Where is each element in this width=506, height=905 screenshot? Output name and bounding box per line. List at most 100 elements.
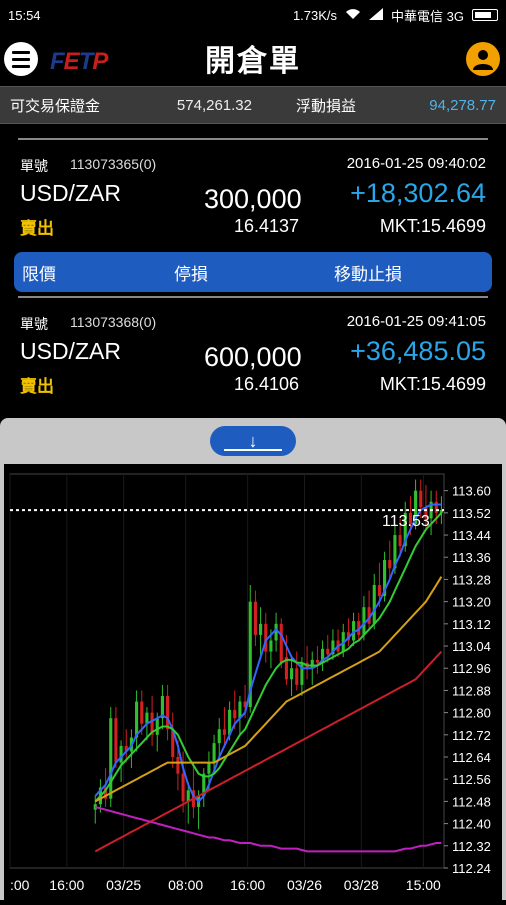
y-tick-label: 113.44: [452, 528, 491, 543]
candle-body: [419, 490, 423, 508]
candle-body: [315, 659, 319, 663]
plot-frame: [9, 473, 445, 869]
candle-body: [166, 695, 170, 730]
y-tick-label: 113.12: [452, 617, 491, 632]
candle-body: [212, 743, 216, 763]
y-tick-label: 112.40: [452, 817, 491, 832]
candle-body: [372, 584, 376, 624]
candle-body: [326, 648, 330, 655]
y-tick-label: 113.52: [452, 506, 491, 521]
order-quantity: 600,000: [204, 342, 302, 372]
order-card[interactable]: 單號 113073368(0) 2016-01-25 09:41:05 USD/…: [14, 298, 492, 428]
candle-body: [176, 757, 180, 774]
x-tick-label: 16:00: [49, 877, 84, 893]
app-header: FETP 開倉單: [0, 30, 506, 86]
margin-label: 可交易保證金: [10, 97, 101, 115]
ticket-label: 單號: [20, 316, 48, 332]
moving-average-line: [94, 576, 443, 803]
currency-pair: USD/ZAR: [20, 338, 121, 364]
candle-body: [222, 729, 226, 735]
status-time: 15:54: [8, 7, 41, 23]
candle-body: [217, 729, 221, 744]
fetp-logo: FETP: [50, 48, 108, 75]
status-right: 1.73K/s 中華電信 3G: [293, 6, 498, 25]
candle-body: [269, 640, 273, 652]
y-tick-label: 112.48: [452, 794, 491, 809]
y-tick-label: 112.80: [452, 706, 491, 721]
candle-body: [434, 501, 438, 513]
x-tick-label: 03/26: [287, 877, 322, 893]
market-price: MKT:15.4699: [379, 216, 486, 236]
candle-body: [279, 623, 283, 663]
battery-icon: [472, 9, 498, 21]
candle-body: [253, 601, 257, 635]
y-tick-label: 112.88: [452, 683, 491, 698]
order-card[interactable]: 單號 113073365(0) 2016-01-25 09:40:02 USD/…: [14, 140, 492, 296]
y-tick-label: 113.36: [452, 550, 491, 565]
y-tick-label: 112.32: [452, 839, 491, 854]
candle-body: [207, 762, 211, 774]
y-tick-label: 113.04: [452, 639, 491, 654]
ticket-label: 單號: [20, 158, 48, 174]
chart-panel: ↓ 113.60 113.52 113.44 113.36 113.28 113.20 11…: [0, 418, 506, 900]
candle-body: [114, 718, 118, 763]
account-summary: 可交易保證金 574,261.32 浮動損益 94,278.77: [0, 86, 506, 124]
collapse-handle[interactable]: ↓: [210, 426, 296, 456]
margin-value: 574,261.32: [176, 96, 252, 114]
arrow-down-icon: ↓: [248, 430, 258, 451]
candle-body: [290, 668, 294, 680]
candle-body: [233, 709, 237, 719]
order-pnl: +18,302.64: [350, 178, 486, 208]
currency-pair: USD/ZAR: [20, 180, 121, 206]
order-pnl: +36,485.05: [350, 336, 486, 366]
open-price: 16.4106: [234, 374, 300, 394]
candle-body: [135, 701, 139, 738]
x-tick-label: 03/25: [106, 877, 141, 893]
candle-body: [181, 773, 185, 802]
hamburger-menu-icon[interactable]: [4, 42, 38, 76]
y-tick-label: 112.64: [452, 750, 491, 765]
open-price: 16.4137: [234, 216, 300, 236]
current-price-label: 113.53: [382, 513, 430, 530]
page-title: 開倉單: [205, 45, 301, 78]
ticket-number: 113073365(0): [70, 156, 157, 172]
limit-button[interactable]: 限價: [22, 260, 56, 285]
candle-body: [362, 607, 366, 635]
candle-body: [119, 745, 123, 763]
y-tick-label: 113.20: [452, 595, 491, 610]
candle-body: [377, 584, 381, 597]
y-tick-label: 113.28: [452, 572, 491, 587]
ticket-number: 113073368(0): [70, 314, 157, 330]
y-tick-label: 112.56: [452, 772, 491, 787]
candle-body: [109, 718, 113, 799]
user-avatar-icon[interactable]: [466, 42, 500, 76]
order-time: 2016-01-25 09:40:02: [346, 155, 486, 172]
carrier-name: 中華電信 3G: [391, 8, 464, 24]
x-tick-label: 15:00: [406, 877, 441, 893]
y-tick-label: 112.72: [452, 728, 491, 743]
y-tick-label: 112.96: [452, 661, 491, 676]
network-speed: 1.73K/s: [292, 7, 338, 23]
floating-pnl-label: 浮動損益: [296, 97, 357, 115]
status-bar: 15:54 1.73K/s 中華電信 3G: [0, 0, 506, 30]
stop-loss-button[interactable]: 停損: [174, 260, 208, 285]
market-price: MKT:15.4699: [379, 374, 486, 394]
order-time: 2016-01-25 09:41:05: [346, 313, 486, 330]
candle-body: [259, 623, 263, 635]
x-tick-label: 08:00: [168, 877, 203, 893]
trailing-stop-button[interactable]: 移動止損: [334, 260, 402, 285]
order-side: 賣出: [20, 219, 54, 238]
x-tick-label: 16:00: [230, 877, 265, 893]
chart-svg: 113.60 113.52 113.44 113.36 113.28 113.20 113.…: [9, 473, 491, 893]
order-quantity: 300,000: [204, 184, 302, 214]
x-tick-label: 03/28: [344, 877, 379, 893]
candle-body: [398, 535, 402, 547]
y-tick-label: 112.24: [452, 861, 491, 876]
signal-icon: [369, 7, 384, 23]
order-side: 賣出: [20, 377, 54, 396]
price-chart[interactable]: 113.60 113.52 113.44 113.36 113.28 113.20 113.…: [4, 464, 502, 900]
candle-body: [140, 701, 144, 724]
order-action-bar: 限價 停損 移動止損: [14, 252, 492, 292]
candle-body: [274, 623, 278, 641]
wifi-icon: [345, 8, 361, 23]
